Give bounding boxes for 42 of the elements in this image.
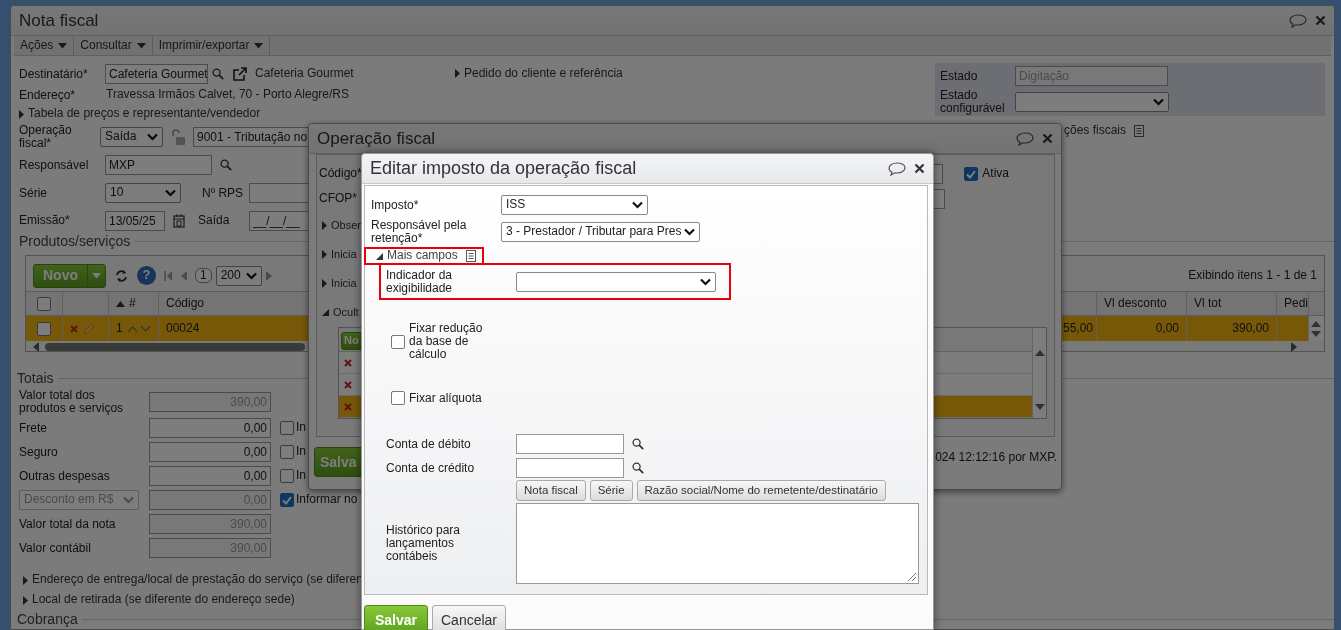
checkbox-label: Ativa	[982, 167, 1009, 181]
field-label: Estado configurável	[940, 88, 1006, 115]
section-title: Totais	[17, 369, 54, 387]
table-cell: 0,00	[1155, 321, 1179, 336]
section-title: Cobrança	[17, 610, 78, 628]
field-label: Operação fiscal*	[19, 124, 73, 150]
field-label: Nº RPS	[202, 186, 245, 200]
window-title: Nota fiscal	[19, 10, 100, 31]
field-label: Histórico para lançamentos contábeis	[386, 524, 462, 563]
field-label: Valor total da nota	[19, 517, 117, 531]
field-label: Destinatário*	[19, 67, 89, 81]
address-text: Travessa Irmãos Calvet, 70 - Porto Alegre/RS	[106, 88, 349, 102]
field-label: Valor contábil	[19, 541, 92, 555]
checkbox-label: Informar no	[296, 493, 358, 507]
field-label: Série	[19, 186, 48, 200]
checkbox-label: Fixar alíquota	[409, 391, 483, 405]
field-label: Valor total dos produtos e serviços	[19, 389, 125, 415]
field-label: Endereço*	[19, 88, 77, 102]
summary-text: Exibindo itens 1 - 1 de 1	[1188, 268, 1317, 283]
field-label: Imposto*	[371, 198, 420, 212]
field-label: Saída	[198, 214, 231, 227]
checkbox-label: Fixar redução da base de cálculo	[409, 322, 484, 361]
field-label: Outras despesas	[19, 469, 111, 483]
table-cell: 55,00	[1062, 321, 1093, 336]
checkbox-label: In	[296, 469, 306, 483]
table-cell: 1	[116, 321, 123, 336]
field-label: Código*	[319, 167, 362, 181]
table-cell: 00024	[166, 321, 200, 336]
field-label: Indicador da exigibilidade	[386, 268, 454, 295]
footer-text: 024 12:12:16 por MXP.	[935, 451, 1057, 465]
section-title: Produtos/serviços	[19, 232, 131, 250]
field-label: Frete	[19, 421, 48, 435]
field-label: Seguro	[19, 445, 59, 459]
field-label: Responsável pela retenção*	[371, 219, 468, 245]
table-cell: 390,00	[1232, 321, 1269, 336]
checkbox-label: In	[296, 445, 306, 459]
dialog-title: Editar imposto da operação fiscal	[370, 158, 638, 179]
field-label: Responsável	[19, 158, 90, 172]
checkbox-label: In	[296, 421, 306, 435]
field-label: Emissão*	[19, 214, 71, 227]
field-label: CFOP*	[319, 192, 357, 206]
field-label: Estado	[940, 69, 979, 83]
